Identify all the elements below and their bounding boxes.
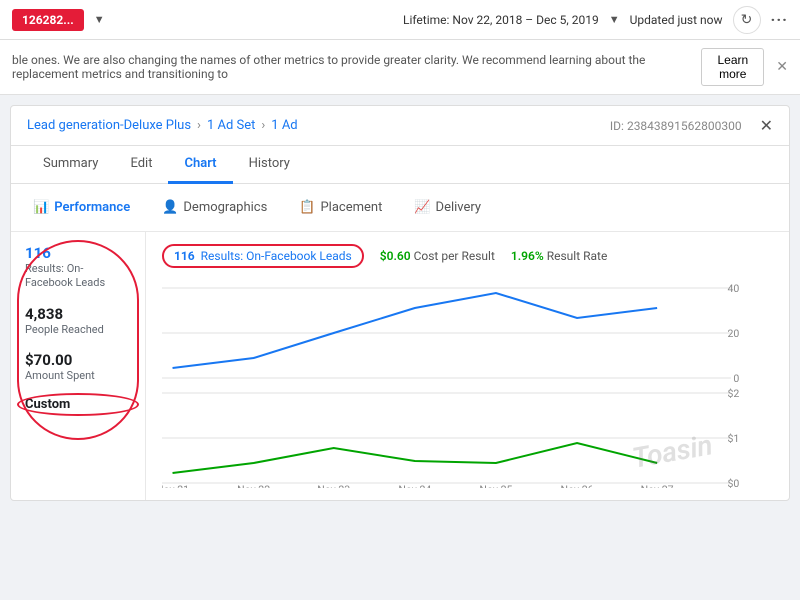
breadcrumb-campaign[interactable]: Lead generation-Deluxe Plus <box>27 118 191 133</box>
svg-text:20: 20 <box>727 327 739 340</box>
pill-number: 116 <box>174 249 195 263</box>
svg-text:Nov 21: Nov 21 <box>162 483 189 488</box>
breadcrumb-ad[interactable]: 1 Ad <box>271 118 297 133</box>
metric-reach: 4,838 People Reached <box>25 305 131 337</box>
updated-label: Updated just now <box>630 13 723 27</box>
chart-section: 116 Results: On-Facebook Leads 4,838 Peo… <box>11 232 789 500</box>
breadcrumb-adset[interactable]: 1 Ad Set <box>207 118 255 133</box>
panel-id: ID: 23843891562800300 <box>610 119 742 133</box>
metric-spent: $70.00 Amount Spent <box>25 351 131 383</box>
metric-results-value: 116 <box>25 244 131 262</box>
chart-area: Nov 21 Nov 22 Nov 23 Nov 24 Nov 25 Nov 2… <box>162 278 773 488</box>
notification-close[interactable]: ✕ <box>776 59 788 75</box>
right-chart-panel: 116 Results: On-Facebook Leads $0.60 Cos… <box>146 232 789 500</box>
metric-spent-label: Amount Spent <box>25 369 131 383</box>
svg-text:$0: $0 <box>727 477 739 488</box>
metric-pill[interactable]: 116 Results: On-Facebook Leads <box>162 244 364 268</box>
metric-reach-label: People Reached <box>25 323 131 337</box>
notification-text: ble ones. We are also changing the names… <box>12 53 701 81</box>
metric-bar: 116 Results: On-Facebook Leads $0.60 Cos… <box>162 244 773 268</box>
pill-label: Results: On-Facebook Leads <box>201 249 352 263</box>
demographics-icon: 👤 <box>162 200 178 215</box>
tab-chart[interactable]: Chart <box>168 146 232 184</box>
refresh-button[interactable]: ↻ <box>733 6 761 34</box>
svg-text:Nov 25: Nov 25 <box>479 483 512 488</box>
placement-label: Placement <box>320 200 382 215</box>
svg-text:Nov 27: Nov 27 <box>641 483 674 488</box>
subtab-placement[interactable]: 📋 Placement <box>293 196 388 219</box>
metric-results: 116 Results: On-Facebook Leads <box>25 244 131 291</box>
svg-text:Nov 23: Nov 23 <box>317 483 350 488</box>
lifetime-dropdown[interactable]: ▼ <box>609 13 620 26</box>
lifetime-label: Lifetime: Nov 22, 2018 – Dec 5, 2019 <box>403 13 599 27</box>
placement-icon: 📋 <box>299 200 315 215</box>
svg-text:40: 40 <box>727 282 739 295</box>
metric-results-label: Results: On-Facebook Leads <box>25 262 131 291</box>
cost-stat: $0.60 Cost per Result <box>380 249 495 263</box>
breadcrumb-sep1: › <box>197 118 201 133</box>
breadcrumb: Lead generation-Deluxe Plus › 1 Ad Set ›… <box>27 118 298 133</box>
subtab-performance[interactable]: 📊 Performance <box>27 196 136 219</box>
svg-text:$1: $1 <box>727 432 739 445</box>
notification-bar: ble ones. We are also changing the names… <box>0 40 800 95</box>
svg-text:Nov 22: Nov 22 <box>237 483 270 488</box>
demographics-label: Demographics <box>183 200 267 215</box>
account-dropdown[interactable]: ▼ <box>94 13 105 26</box>
chart-svg: Nov 21 Nov 22 Nov 23 Nov 24 Nov 25 Nov 2… <box>162 278 773 488</box>
performance-icon: 📊 <box>33 200 49 215</box>
account-badge[interactable]: 126282... <box>12 9 84 31</box>
tabs-bar: Summary Edit Chart History <box>11 146 789 184</box>
panel-header: Lead generation-Deluxe Plus › 1 Ad Set ›… <box>11 106 789 146</box>
subtab-demographics[interactable]: 👤 Demographics <box>156 196 273 219</box>
delivery-icon: 📈 <box>414 200 430 215</box>
breadcrumb-sep2: › <box>261 118 265 133</box>
svg-text:0: 0 <box>733 372 739 385</box>
tab-edit[interactable]: Edit <box>114 146 168 184</box>
delivery-label: Delivery <box>436 200 482 215</box>
left-metrics-panel: 116 Results: On-Facebook Leads 4,838 Peo… <box>11 232 146 500</box>
tab-history[interactable]: History <box>233 146 306 184</box>
svg-text:$2: $2 <box>727 387 739 400</box>
subtab-delivery[interactable]: 📈 Delivery <box>408 196 487 219</box>
custom-label: Custom <box>25 397 131 412</box>
rate-stat: 1.96% Result Rate <box>511 249 607 263</box>
svg-text:Nov 24: Nov 24 <box>398 483 431 488</box>
panel-close-button[interactable]: ✕ <box>760 116 773 135</box>
main-panel: Lead generation-Deluxe Plus › 1 Ad Set ›… <box>10 105 790 501</box>
sub-tabs: 📊 Performance 👤 Demographics 📋 Placement… <box>11 184 789 232</box>
metric-spent-value: $70.00 <box>25 351 131 369</box>
tab-summary[interactable]: Summary <box>27 146 114 184</box>
metric-reach-value: 4,838 <box>25 305 131 323</box>
top-bar: 126282... ▼ Lifetime: Nov 22, 2018 – Dec… <box>0 0 800 40</box>
more-button[interactable]: ··· <box>771 10 788 29</box>
learn-more-button[interactable]: Learn more <box>701 48 764 86</box>
svg-text:Nov 26: Nov 26 <box>561 483 594 488</box>
performance-label: Performance <box>54 200 130 215</box>
